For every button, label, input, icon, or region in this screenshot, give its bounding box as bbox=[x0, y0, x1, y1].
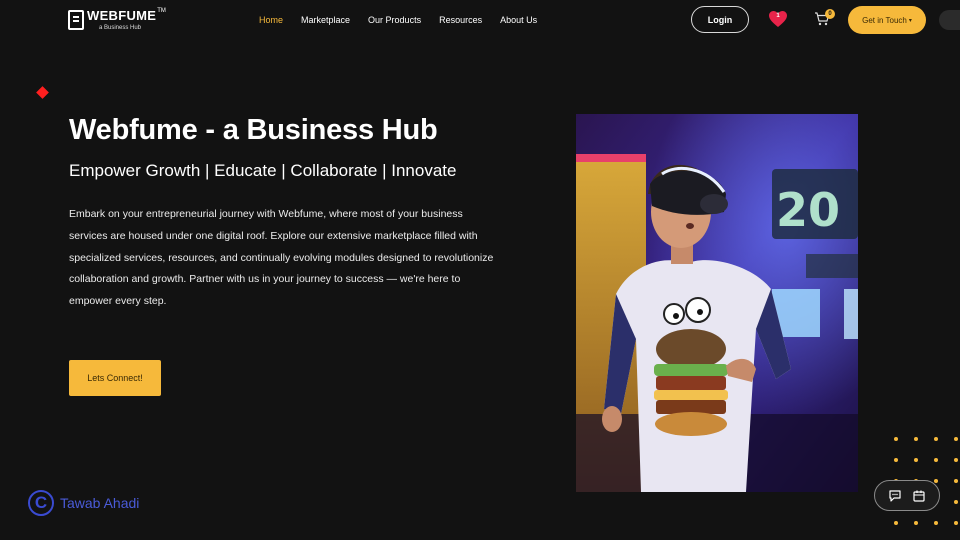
red-diamond-icon bbox=[36, 86, 49, 99]
decorative-dot bbox=[934, 521, 938, 525]
decorative-dot bbox=[894, 521, 898, 525]
nav-our-products[interactable]: Our Products bbox=[368, 15, 421, 25]
decorative-dot bbox=[914, 458, 918, 462]
get-in-touch-label: Get in Touch bbox=[862, 15, 907, 25]
hero-title: Webfume - a Business Hub bbox=[69, 114, 438, 146]
hero-subtitle: Empower Growth | Educate | Collaborate |… bbox=[69, 161, 457, 180]
chat-button[interactable] bbox=[888, 489, 902, 503]
decorative-dot bbox=[934, 458, 938, 462]
nav-about-us[interactable]: About Us bbox=[500, 15, 537, 25]
svg-text:20: 20 bbox=[776, 183, 840, 237]
login-button[interactable]: Login bbox=[691, 6, 749, 33]
watermark-logo-icon: C bbox=[28, 490, 54, 516]
watermark: C Tawab Ahadi bbox=[28, 490, 139, 516]
get-in-touch-button[interactable]: Get in Touch ▾ bbox=[848, 6, 926, 34]
theme-toggle[interactable] bbox=[939, 10, 960, 30]
calendar-icon bbox=[913, 490, 925, 502]
logo-trademark: TM bbox=[157, 8, 166, 14]
hero-image-vr-person: 20 bbox=[576, 114, 858, 492]
decorative-dot bbox=[954, 458, 958, 462]
calendar-button[interactable] bbox=[912, 489, 926, 503]
wishlist-count: 1 bbox=[776, 13, 780, 19]
site-logo[interactable]: WEBFUMETM a Business Hub bbox=[68, 8, 166, 31]
site-header: WEBFUMETM a Business Hub Home Marketplac… bbox=[0, 0, 960, 42]
cart-count-badge: 0 bbox=[825, 9, 835, 19]
nav-marketplace[interactable]: Marketplace bbox=[301, 15, 350, 25]
decorative-dot bbox=[914, 521, 918, 525]
book-logo-icon bbox=[68, 9, 84, 30]
decorative-dot bbox=[934, 479, 938, 483]
logo-wordmark: WEBFUME bbox=[87, 8, 157, 23]
decorative-dot bbox=[914, 437, 918, 441]
decorative-dot bbox=[954, 521, 958, 525]
decorative-dot bbox=[894, 458, 898, 462]
nav-resources[interactable]: Resources bbox=[439, 15, 482, 25]
nav-home[interactable]: Home bbox=[259, 15, 283, 25]
main-nav: Home Marketplace Our Products Resources … bbox=[259, 15, 555, 25]
decorative-dot bbox=[894, 437, 898, 441]
decorative-dot bbox=[954, 500, 958, 504]
decorative-dot bbox=[954, 437, 958, 441]
decorative-dot bbox=[934, 437, 938, 441]
watermark-text: Tawab Ahadi bbox=[60, 495, 140, 511]
floating-action-bar bbox=[874, 480, 940, 511]
lets-connect-button[interactable]: Lets Connect! bbox=[69, 360, 161, 396]
chevron-down-icon: ▾ bbox=[908, 17, 912, 24]
logo-tagline: a Business Hub bbox=[99, 25, 142, 31]
wishlist-button[interactable]: 1 bbox=[769, 11, 787, 28]
vr-person-illustration: 20 bbox=[576, 114, 858, 492]
chat-icon bbox=[889, 489, 901, 502]
decorative-dot bbox=[954, 479, 958, 483]
hero-description: Embark on your entrepreneurial journey w… bbox=[69, 208, 494, 308]
